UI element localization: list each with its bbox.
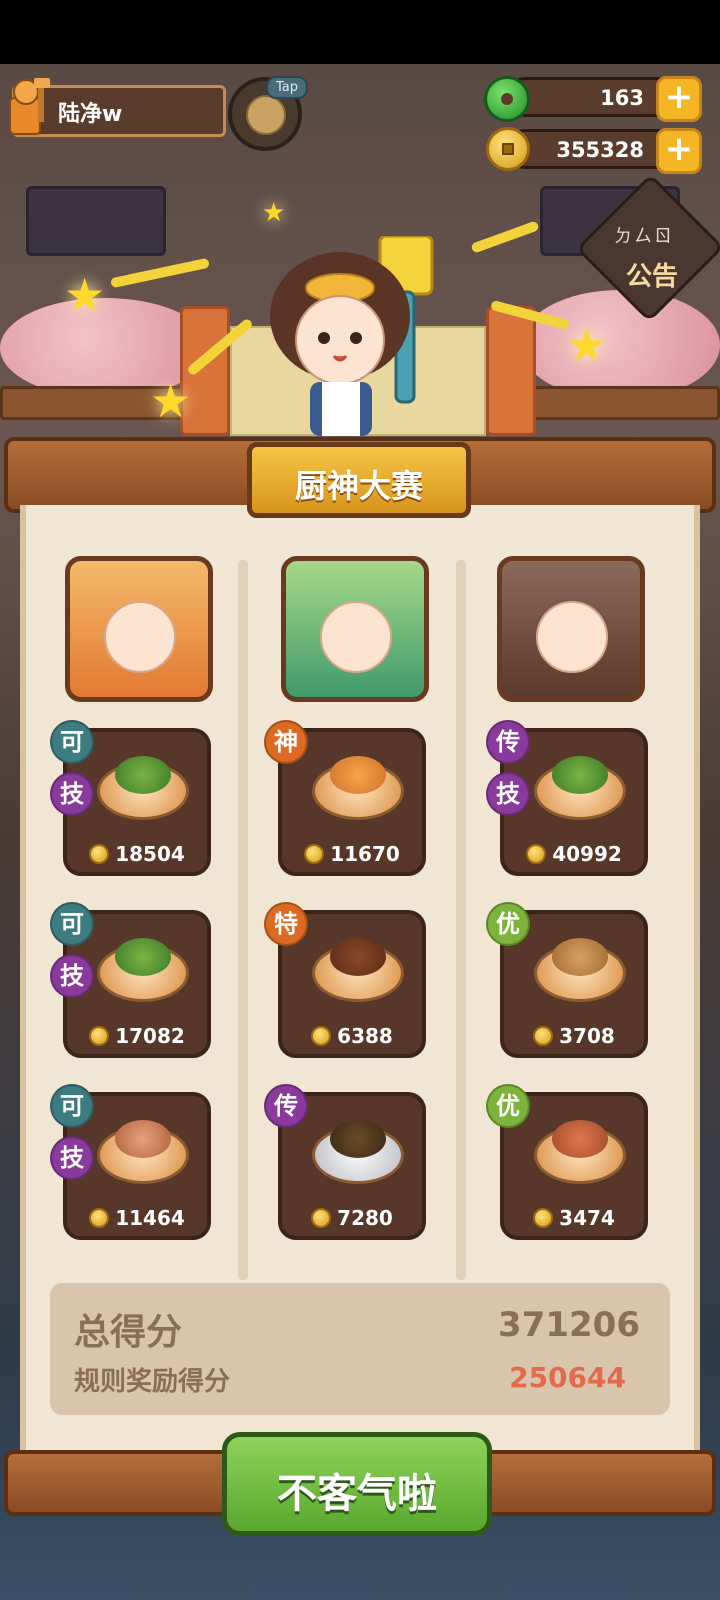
coin-icon — [311, 1208, 332, 1228]
score-summary: 总得分 371206 规则奖励得分 250644 — [50, 1283, 670, 1415]
notice-sub-label: ㄉㄙㄖ — [614, 226, 674, 247]
badge-rating: 可 — [50, 720, 94, 764]
star-icon: ★ — [262, 198, 286, 228]
dish-food-icon — [330, 1120, 386, 1158]
star-icon: ★ — [566, 318, 608, 372]
column-divider — [456, 560, 466, 1280]
dish-score: 11464 — [67, 1206, 207, 1230]
player-name: 陆净w — [58, 102, 123, 127]
jade-value: 163 — [600, 86, 644, 110]
contest-title: 厨神大赛 — [294, 467, 423, 505]
chef-character — [270, 236, 434, 436]
contest-title-plate: 厨神大赛 — [247, 442, 471, 518]
dish-score: 11670 — [282, 842, 422, 866]
coin-icon — [89, 1026, 110, 1046]
coin-icon — [89, 1208, 110, 1228]
status-bar — [0, 0, 720, 64]
dish-food-icon — [330, 756, 386, 794]
tap-label: Tap — [266, 76, 309, 99]
badge-rating: 传 — [264, 1084, 308, 1128]
coin-icon — [304, 844, 325, 864]
dish-score: 6388 — [282, 1024, 422, 1048]
dish-food-icon — [115, 1120, 171, 1158]
badge-rating: 优 — [486, 902, 530, 946]
bonus-score-label: 规则奖励得分 — [74, 1367, 231, 1397]
coin-icon — [486, 127, 530, 171]
mascot-face-icon — [246, 95, 286, 135]
dish-score: 40992 — [504, 842, 644, 866]
dish-score: 18504 — [67, 842, 207, 866]
dish-score: 3474 — [504, 1206, 644, 1230]
dish-score: 17082 — [67, 1024, 207, 1048]
judge-portrait-1[interactable] — [65, 556, 213, 702]
badge-skill: 技 — [50, 1136, 94, 1180]
dish-food-icon — [330, 938, 386, 976]
coin-icon — [89, 844, 110, 864]
bonus-score-value: 250644 — [509, 1361, 626, 1394]
coin-icon — [533, 1026, 554, 1046]
badge-rating: 可 — [50, 1084, 94, 1128]
confirm-label: 不客气啦 — [277, 1471, 437, 1517]
coin-counter: 355328 + — [505, 128, 702, 174]
badge-rating: 优 — [486, 1084, 530, 1128]
dish-food-icon — [552, 938, 608, 976]
badge-rating: 神 — [264, 720, 308, 764]
pagoda-left — [26, 186, 166, 256]
jade-counter: 163 + — [505, 76, 702, 122]
add-coins-button[interactable]: + — [656, 128, 702, 174]
badge-skill: 技 — [50, 954, 94, 998]
dish-score: 3708 — [504, 1024, 644, 1048]
judge-portrait-3[interactable] — [497, 556, 645, 702]
badge-skill: 技 — [50, 772, 94, 816]
add-jade-button[interactable]: + — [656, 76, 702, 122]
column-divider — [238, 560, 248, 1280]
total-score-value: 371206 — [498, 1305, 640, 1345]
badge-rating: 传 — [486, 720, 530, 764]
coin-icon — [533, 1208, 554, 1228]
judge-portrait-2[interactable] — [281, 556, 429, 702]
coin-icon — [526, 844, 547, 864]
jade-icon — [484, 76, 530, 122]
dish-score: 7280 — [282, 1206, 422, 1230]
badge-rating: 可 — [50, 902, 94, 946]
player-avatar-icon[interactable] — [4, 76, 60, 138]
judge-face — [320, 601, 392, 673]
blossom-tree-right — [520, 290, 720, 400]
star-icon: ★ — [64, 268, 106, 322]
judge-face — [536, 601, 608, 673]
coin-icon — [311, 1026, 332, 1046]
notice-label: 公告 — [626, 262, 679, 292]
dish-food-icon — [552, 756, 608, 794]
coin-value: 355328 — [556, 138, 644, 162]
badge-rating: 特 — [264, 902, 308, 946]
total-score-label: 总得分 — [74, 1312, 183, 1353]
judge-face — [104, 601, 176, 673]
confirm-button[interactable]: 不客气啦 — [222, 1432, 492, 1536]
dish-food-icon — [115, 938, 171, 976]
star-icon: ★ — [150, 374, 192, 428]
pillar-right — [486, 306, 536, 436]
dish-food-icon — [115, 756, 171, 794]
dish-food-icon — [552, 1120, 608, 1158]
badge-skill: 技 — [486, 772, 530, 816]
